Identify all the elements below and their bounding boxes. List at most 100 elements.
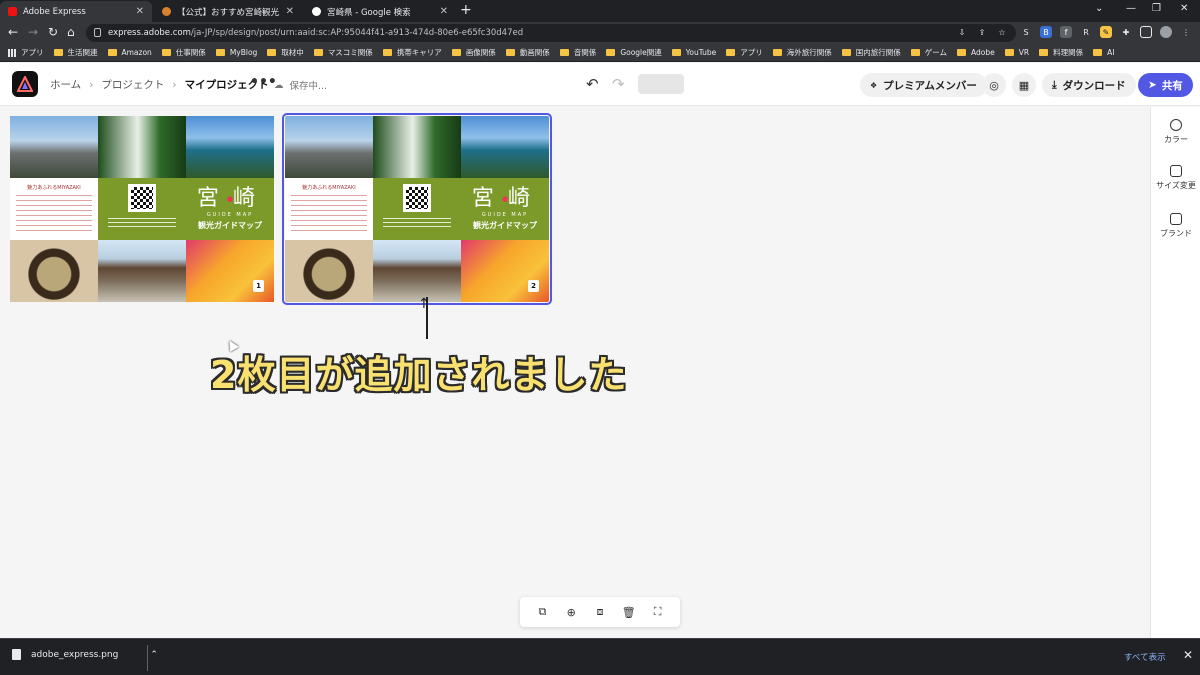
address-input[interactable]: express.adobe.com /ja-JP/sp/design/post/… xyxy=(86,24,1016,42)
save-status: ☁ 保存中... xyxy=(274,78,327,93)
bookmark-folder[interactable]: MyBlog xyxy=(215,48,257,57)
annotation-arrow-up-icon: ↑ xyxy=(418,296,430,312)
resize-button[interactable]: サイズ変更 xyxy=(1151,165,1200,191)
schedule-button[interactable]: ▦ xyxy=(1012,73,1036,97)
bookmark-folder[interactable]: YouTube xyxy=(671,48,716,57)
qr-caption-lines xyxy=(108,218,176,228)
design-page-2[interactable]: 魅力あふれるMIYAZAKI 宮●崎 GUIDE MAP 観光ガイドマップ 2 xyxy=(282,113,552,305)
home-icon[interactable]: ⌂ xyxy=(67,25,75,39)
forward-icon[interactable]: → xyxy=(28,25,38,39)
copy-page-icon[interactable]: ⧈ xyxy=(593,605,607,619)
breadcrumb-projects[interactable]: プロジェクト xyxy=(101,77,164,92)
design-page-1[interactable]: 魅力あふれるMIYAZAKI 宮●崎 GUIDE MAP 観光ガイドマップ 1 xyxy=(10,116,274,302)
chevron-right-icon: › xyxy=(172,78,177,91)
bookmark-folder[interactable]: 海外旅行関係 xyxy=(772,47,832,58)
bookmark-label: 料理関係 xyxy=(1053,48,1084,57)
moai-photo xyxy=(285,116,373,178)
bookmark-folder[interactable]: 国内旅行関係 xyxy=(841,47,901,58)
close-shelf-icon[interactable]: ✕ xyxy=(1183,648,1193,662)
show-all-downloads-link[interactable]: すべて表示 xyxy=(1124,651,1166,663)
bookmark-folder[interactable]: 料理関係 xyxy=(1039,47,1083,58)
folder-icon xyxy=(559,49,569,56)
lock-icon xyxy=(94,28,101,37)
moai-photo xyxy=(10,116,98,178)
bookmark-folder[interactable]: Google関連 xyxy=(606,47,662,58)
add-page-icon[interactable]: ⊕ xyxy=(564,605,578,619)
extension-s-icon[interactable]: S xyxy=(1020,26,1032,38)
site-favicon-icon xyxy=(162,7,171,16)
tab-search-icon[interactable]: ⌄ xyxy=(1095,3,1103,14)
lightbulb-button[interactable]: ◎ xyxy=(982,73,1006,97)
bookmark-folder[interactable]: ゲーム xyxy=(910,47,947,58)
bookmark-folder[interactable]: 携帯キャリア xyxy=(382,47,442,58)
bookmark-apps[interactable]: アプリ xyxy=(8,47,44,58)
guide-map-ja: 観光ガイドマップ xyxy=(198,221,262,230)
extension-yellow-icon[interactable]: ✎ xyxy=(1100,26,1112,38)
share-page-icon[interactable]: ⇪ xyxy=(976,26,988,38)
breadcrumb-home[interactable]: ホーム xyxy=(50,77,81,92)
download-shelf: adobe_express.png ⌃ すべて表示 ✕ xyxy=(0,638,1200,675)
shelf-divider xyxy=(147,645,148,671)
close-tab-icon[interactable]: ✕ xyxy=(440,6,448,17)
bookmark-folder[interactable]: 取材中 xyxy=(267,47,304,58)
extension-grey-icon[interactable]: f xyxy=(1060,26,1072,38)
tab-miyazaki-official[interactable]: 【公式】おすすめ宮崎観光スポット／... ✕ xyxy=(154,1,302,22)
bookmark-folder[interactable]: アプリ xyxy=(726,47,763,58)
more-options-button[interactable]: ••• xyxy=(250,74,277,90)
bookmark-folder[interactable]: マスコミ関係 xyxy=(313,47,373,58)
close-tab-icon[interactable]: ✕ xyxy=(136,6,144,17)
browser-menu-icon[interactable]: ⋮ xyxy=(1180,26,1192,38)
redo-icon[interactable]: ↷ xyxy=(612,75,625,93)
bookmark-folder[interactable]: 仕事関係 xyxy=(161,47,206,58)
bookmark-label: アプリ xyxy=(740,48,763,57)
download-label: ダウンロード xyxy=(1062,79,1126,92)
bookmark-folder[interactable]: Amazon xyxy=(107,48,152,57)
share-button[interactable]: ➤ 共有 xyxy=(1138,73,1193,97)
bookmark-star-icon[interactable]: ☆ xyxy=(996,26,1008,38)
download-button[interactable]: ⤓ ダウンロード xyxy=(1042,73,1136,97)
bookmark-folder[interactable]: 生活関連 xyxy=(53,47,98,58)
premium-member-button[interactable]: ❖ プレミアムメンバー xyxy=(860,73,987,97)
resize-placeholder xyxy=(638,74,684,94)
tab-adobe-express[interactable]: Adobe Express ✕ xyxy=(0,1,152,22)
adobe-express-logo[interactable] xyxy=(12,71,38,97)
bookmark-folder[interactable]: 動画関係 xyxy=(505,47,550,58)
bookmark-folder[interactable]: 音関係 xyxy=(559,47,596,58)
color-button[interactable]: カラー xyxy=(1151,119,1200,145)
duplicate-page-icon[interactable]: ⧉ xyxy=(535,605,549,619)
apps-grid-icon xyxy=(8,48,16,57)
bookmark-folder[interactable]: 画像関係 xyxy=(451,47,496,58)
fit-to-screen-icon[interactable]: ⛶ xyxy=(651,605,665,619)
restore-icon[interactable]: ❐ xyxy=(1152,3,1161,14)
extension-rx-icon[interactable]: R xyxy=(1080,26,1092,38)
install-icon[interactable]: ⇩ xyxy=(956,26,968,38)
brand-button[interactable]: ブランド xyxy=(1151,213,1200,239)
new-tab-icon[interactable]: + xyxy=(460,2,472,18)
close-window-icon[interactable]: ✕ xyxy=(1180,3,1188,14)
close-tab-icon[interactable]: ✕ xyxy=(286,6,294,17)
profile-avatar[interactable] xyxy=(1160,26,1172,38)
app-header: ホーム › プロジェクト › マイプロジェクト ••• ☁ 保存中... ↶ ↷… xyxy=(0,63,1200,106)
download-icon: ⤓ xyxy=(1052,78,1057,91)
tab-google-search[interactable]: 宮崎県 - Google 検索 ✕ xyxy=(304,1,456,22)
brand-label: ブランド xyxy=(1160,229,1192,238)
extension-blue-icon[interactable]: B xyxy=(1040,26,1052,38)
extensions-puzzle-icon[interactable]: ✚ xyxy=(1120,26,1132,38)
palette-icon xyxy=(1170,119,1182,131)
download-item[interactable]: adobe_express.png ⌃ xyxy=(12,649,158,660)
page-toolbar: ⧉ ⊕ ⧈ 🗑 ⛶ xyxy=(520,597,680,627)
bookmark-folder[interactable]: Adobe xyxy=(957,48,995,57)
chevron-up-icon[interactable]: ⌃ xyxy=(150,650,158,660)
undo-icon[interactable]: ↶ xyxy=(586,75,599,93)
delete-page-icon[interactable]: 🗑 xyxy=(622,605,636,619)
google-favicon-icon xyxy=(312,7,321,16)
folder-icon xyxy=(671,49,681,56)
food-bowl-photo xyxy=(10,240,98,302)
back-icon[interactable]: ← xyxy=(8,25,18,39)
bookmark-folder[interactable]: VR xyxy=(1004,48,1029,57)
design-canvas[interactable]: 魅力あふれるMIYAZAKI 宮●崎 GUIDE MAP 観光ガイドマップ 1 … xyxy=(0,107,1150,638)
reload-icon[interactable]: ↻ xyxy=(48,25,58,39)
side-panel-icon[interactable] xyxy=(1140,26,1152,38)
minimize-icon[interactable]: — xyxy=(1126,3,1136,14)
bookmark-folder[interactable]: AI xyxy=(1093,48,1114,57)
